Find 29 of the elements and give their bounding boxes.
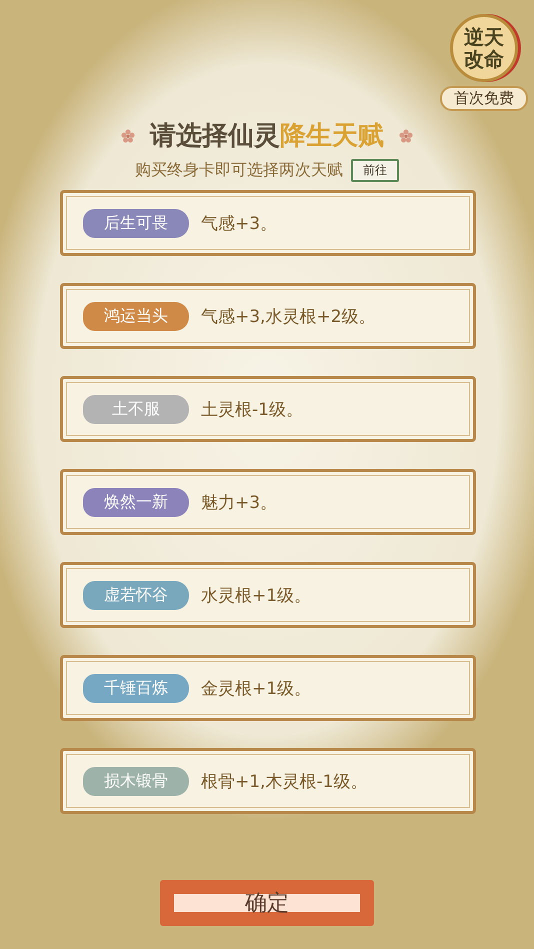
talent-tag: 损木锻骨 (83, 766, 189, 796)
talent-tag: 千锤百炼 (83, 674, 189, 702)
flower-icon (398, 128, 414, 144)
badge-caption: 首次免费 (440, 86, 528, 111)
talent-card[interactable]: 损木锻骨 根骨+1,木灵根-1级。 (60, 748, 476, 814)
talent-effect: 金灵根+1级。 (201, 678, 312, 700)
page-title: 请选择仙灵降生天赋 (150, 120, 384, 153)
talent-effect: 气感+3,水灵根+2级。 (201, 306, 376, 328)
talent-effect: 根骨+1,木灵根-1级。 (201, 770, 368, 792)
talent-card[interactable]: 鸿运当头 气感+3,水灵根+2级。 (60, 283, 476, 349)
talent-card[interactable]: 土不服 土灵根-1级。 (60, 376, 476, 442)
event-badge[interactable]: 逆天改命 (450, 14, 518, 82)
talent-effect: 水灵根+1级。 (201, 584, 312, 606)
flower-icon (120, 128, 136, 144)
talent-effect: 土灵根-1级。 (201, 398, 303, 420)
talent-tag: 虚若怀谷 (83, 580, 189, 610)
talent-effect: 气感+3。 (201, 212, 278, 234)
talent-card[interactable]: 千锤百炼 金灵根+1级。 (60, 655, 476, 721)
go-button[interactable]: 前往 (351, 159, 399, 182)
talent-effect: 魅力+3。 (201, 492, 278, 514)
talent-card[interactable]: 后生可畏 气感+3。 (60, 190, 476, 256)
talent-card[interactable]: 焕然一新 魅力+3。 (60, 469, 476, 535)
talent-tag: 鸿运当头 (83, 302, 189, 330)
talent-card[interactable]: 虚若怀谷 水灵根+1级。 (60, 562, 476, 628)
talent-tag: 焕然一新 (83, 488, 189, 516)
talent-tag: 土不服 (83, 394, 189, 424)
subtitle: 购买终身卡即可选择两次天赋 (135, 160, 343, 181)
talent-tag: 后生可畏 (83, 208, 189, 238)
confirm-button[interactable]: 确定 (160, 880, 374, 926)
